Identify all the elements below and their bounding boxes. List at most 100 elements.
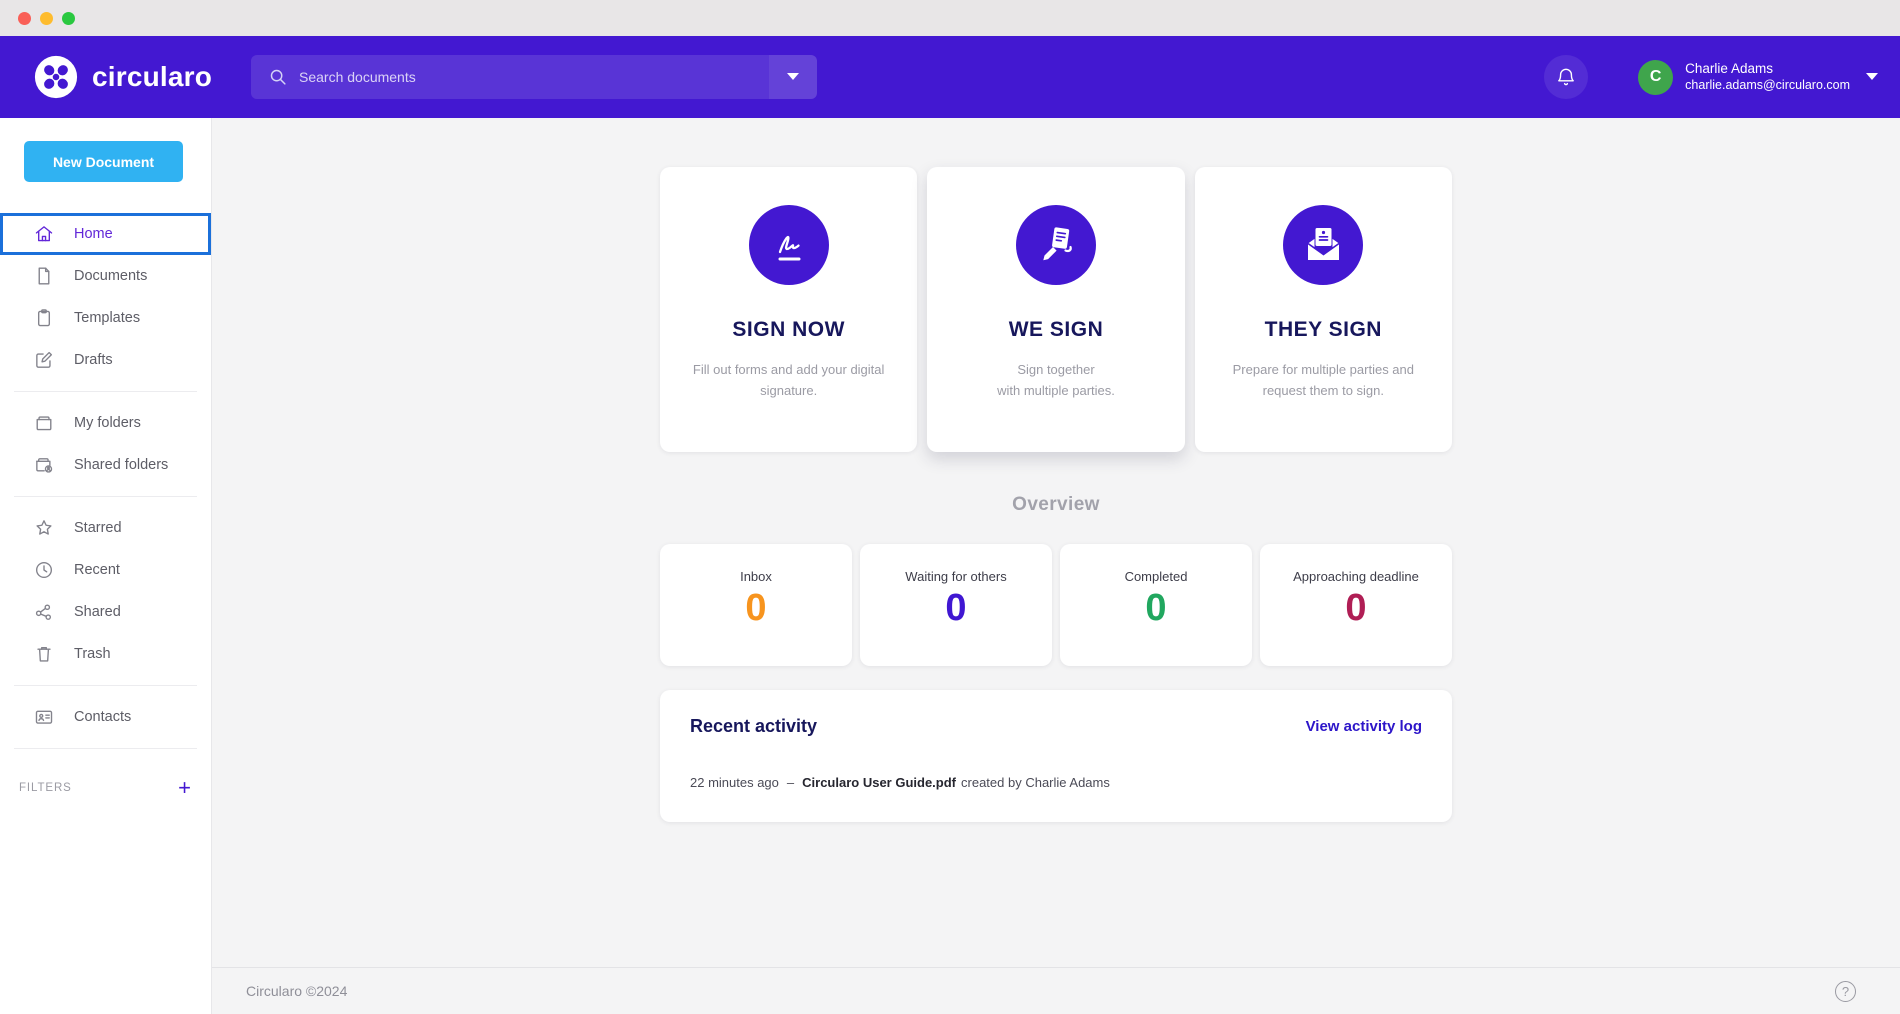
- view-activity-log-link[interactable]: View activity log: [1306, 718, 1422, 735]
- chevron-down-icon: [1866, 73, 1878, 81]
- recent-activity-card: Recent activity View activity log 22 min…: [660, 690, 1452, 822]
- clipboard-icon: [33, 307, 55, 329]
- help-icon[interactable]: ?: [1835, 981, 1856, 1002]
- chevron-down-icon: [787, 73, 799, 81]
- sidebar-item-starred[interactable]: Starred: [0, 507, 211, 549]
- they-sign-card[interactable]: THEY SIGN Prepare for multiple parties a…: [1195, 167, 1452, 452]
- stat-card-waiting-for-others[interactable]: Waiting for others 0: [860, 544, 1052, 666]
- share-icon: [33, 601, 55, 623]
- trash-icon: [33, 643, 55, 665]
- sidebar-item-label: Starred: [74, 520, 122, 536]
- stat-label: Inbox: [660, 569, 852, 584]
- folder-icon: [33, 412, 55, 434]
- divider: [14, 391, 197, 392]
- card-description: Fill out forms and add your digital sign…: [660, 360, 917, 402]
- activity-time: 22 minutes ago: [690, 775, 779, 790]
- sidebar-item-recent[interactable]: Recent: [0, 549, 211, 591]
- search-scope-dropdown[interactable]: [769, 55, 817, 99]
- sidebar-item-my-folders[interactable]: My folders: [0, 402, 211, 444]
- sidebar-nav: Home Documents Templates Drafts: [0, 213, 211, 799]
- stat-value: 0: [660, 587, 852, 630]
- stat-label: Completed: [1060, 569, 1252, 584]
- activity-file-name[interactable]: Circularo User Guide.pdf: [802, 775, 956, 790]
- envelope-document-icon: [1298, 220, 1348, 270]
- sidebar-item-trash[interactable]: Trash: [0, 633, 211, 675]
- card-title: SIGN NOW: [660, 318, 917, 342]
- avatar[interactable]: C: [1638, 60, 1673, 95]
- divider: [14, 496, 197, 497]
- divider: [14, 685, 197, 686]
- app-header: circularo C Charlie Adams charlie.adams@…: [0, 36, 1900, 118]
- action-cards: SIGN NOW Fill out forms and add your dig…: [660, 167, 1452, 452]
- add-filter-button[interactable]: +: [178, 777, 191, 799]
- home-icon: [33, 223, 55, 245]
- circularo-logo-icon: [33, 54, 79, 100]
- shared-folder-icon: [33, 454, 55, 476]
- card-description: Prepare for multiple parties and request…: [1195, 360, 1452, 402]
- sidebar-item-shared[interactable]: Shared: [0, 591, 211, 633]
- user-email: charlie.adams@circularo.com: [1685, 78, 1850, 94]
- minimize-window-button[interactable]: [40, 12, 53, 25]
- edit-pencil-icon: [33, 349, 55, 371]
- copyright-text: Circularo ©2024: [246, 983, 347, 999]
- activity-separator: –: [787, 775, 794, 790]
- overview-heading: Overview: [660, 494, 1452, 516]
- sidebar-item-contacts[interactable]: Contacts: [0, 696, 211, 738]
- filters-section: FILTERS +: [0, 759, 211, 799]
- stat-card-approaching-deadline[interactable]: Approaching deadline 0: [1260, 544, 1452, 666]
- brand-name: circularo: [92, 61, 212, 93]
- header-right-cluster: C Charlie Adams charlie.adams@circularo.…: [1544, 55, 1878, 99]
- sidebar-item-label: Recent: [74, 562, 120, 578]
- sign-now-card[interactable]: SIGN NOW Fill out forms and add your dig…: [660, 167, 917, 452]
- overview-stats: Inbox 0 Waiting for others 0 Completed 0…: [660, 544, 1452, 666]
- notifications-button[interactable]: [1544, 55, 1588, 99]
- main-content: SIGN NOW Fill out forms and add your dig…: [212, 118, 1900, 1014]
- activity-entry: 22 minutes ago–Circularo User Guide.pdf c…: [690, 775, 1422, 790]
- recent-activity-title: Recent activity: [690, 716, 817, 737]
- icon-circle: [749, 205, 829, 285]
- card-description: Sign together with multiple parties.: [927, 360, 1184, 402]
- stat-label: Waiting for others: [860, 569, 1052, 584]
- sidebar-item-label: Documents: [74, 268, 147, 284]
- stat-card-inbox[interactable]: Inbox 0: [660, 544, 852, 666]
- clock-icon: [33, 559, 55, 581]
- card-title: THEY SIGN: [1195, 318, 1452, 342]
- search-input[interactable]: [289, 69, 769, 85]
- star-icon: [33, 517, 55, 539]
- sidebar-item-shared-folders[interactable]: Shared folders: [0, 444, 211, 486]
- sidebar-item-label: Contacts: [74, 709, 131, 725]
- footer: Circularo ©2024 ?: [212, 967, 1900, 1014]
- stat-value: 0: [860, 587, 1052, 630]
- signature-icon: [765, 221, 813, 269]
- new-document-button[interactable]: New Document: [24, 141, 183, 182]
- document-icon: [33, 265, 55, 287]
- window-titlebar: [0, 0, 1900, 36]
- sidebar-item-label: My folders: [74, 415, 141, 431]
- bell-icon: [1554, 65, 1578, 89]
- sidebar-item-label: Shared folders: [74, 457, 168, 473]
- stat-value: 0: [1260, 587, 1452, 630]
- brand-logo[interactable]: circularo: [33, 54, 212, 100]
- stat-label: Approaching deadline: [1260, 569, 1452, 584]
- card-title: WE SIGN: [927, 318, 1184, 342]
- sidebar-item-label: Templates: [74, 310, 140, 326]
- user-menu-dropdown[interactable]: [1866, 73, 1878, 81]
- activity-detail: created by Charlie Adams: [961, 775, 1110, 790]
- icon-circle: [1016, 205, 1096, 285]
- sidebar-item-label: Shared: [74, 604, 121, 620]
- sidebar-item-templates[interactable]: Templates: [0, 297, 211, 339]
- search-bar: [251, 55, 817, 99]
- zoom-window-button[interactable]: [62, 12, 75, 25]
- we-sign-card[interactable]: WE SIGN Sign together with multiple part…: [927, 167, 1184, 452]
- icon-circle: [1283, 205, 1363, 285]
- sidebar-item-documents[interactable]: Documents: [0, 255, 211, 297]
- search-icon: [267, 66, 289, 88]
- stat-card-completed[interactable]: Completed 0: [1060, 544, 1252, 666]
- sidebar-item-home[interactable]: Home: [0, 213, 211, 255]
- sidebar: New Document Home Documents Templates: [0, 118, 212, 1014]
- stat-value: 0: [1060, 587, 1252, 630]
- close-window-button[interactable]: [18, 12, 31, 25]
- user-info: Charlie Adams charlie.adams@circularo.co…: [1685, 61, 1850, 94]
- sidebar-item-drafts[interactable]: Drafts: [0, 339, 211, 381]
- filters-label: FILTERS: [19, 782, 72, 794]
